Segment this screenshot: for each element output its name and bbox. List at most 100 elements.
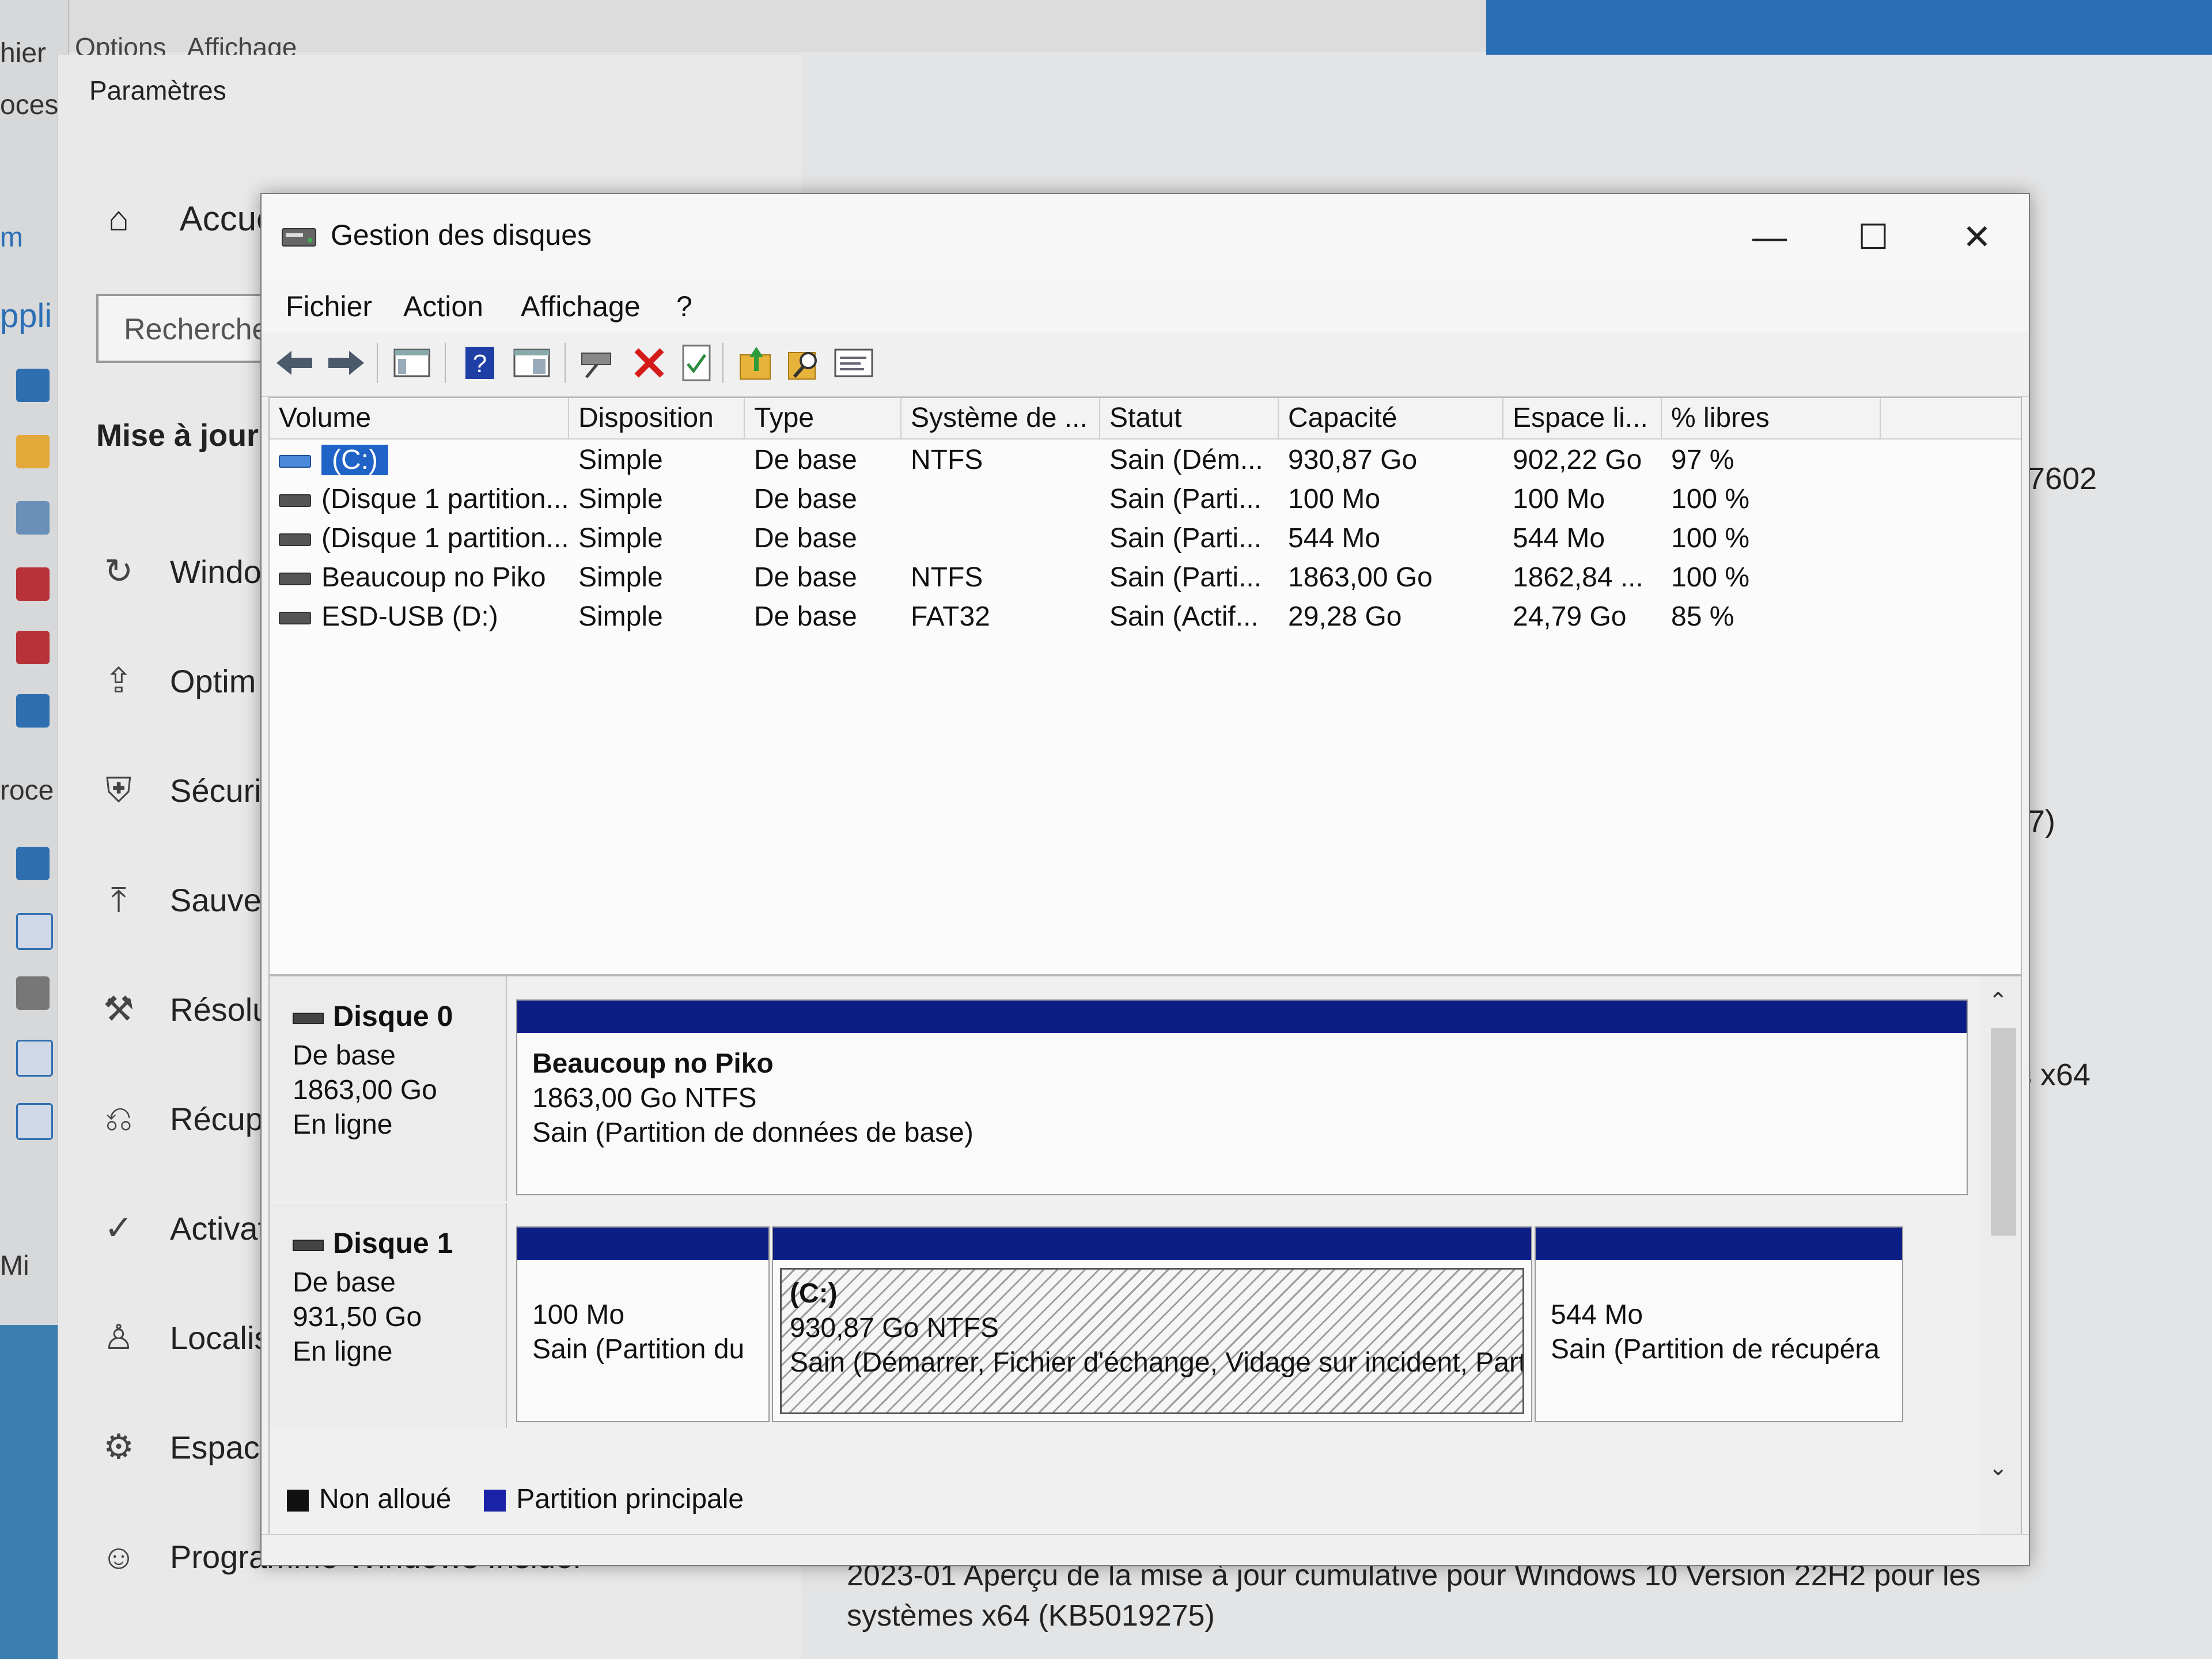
folder-icon[interactable]: [16, 435, 50, 468]
window-title: Gestion des disques: [331, 219, 592, 251]
background-update-text: 2023-01 Aperçu de la mise à jour cumulat…: [847, 1555, 1980, 1636]
gear-icon[interactable]: [16, 694, 50, 728]
column-header-espace-libre[interactable]: Espace li...: [1503, 398, 1662, 438]
toolbar-separator: [565, 343, 566, 383]
partition-size: 100 Mo: [532, 1300, 625, 1330]
maximize-button[interactable]: ☐: [1821, 206, 1925, 269]
printer-icon[interactable]: [16, 976, 50, 1010]
volume-cell-type: De base: [754, 601, 857, 632]
title-bar[interactable]: Gestion des disques — ☐ ✕: [262, 194, 2029, 281]
column-header-disposition[interactable]: Disposition: [569, 398, 745, 438]
settings-item-recuperation[interactable]: ⎌ Récupé: [93, 1097, 281, 1149]
volume-row[interactable]: (C:) Simple De base NTFS Sain (Dém... 930,87 …: [270, 441, 2021, 480]
check-circle-icon: ✓: [104, 1209, 134, 1248]
settings-home-item[interactable]: ⌂ Accue: [93, 199, 276, 238]
update-line: systèmes x64 (KB5019275): [847, 1599, 1215, 1633]
properties-icon[interactable]: [509, 340, 554, 385]
partition-body: 544 Mo Sain (Partition de récupéra: [1543, 1291, 1895, 1414]
menu-affichage[interactable]: Affichage: [521, 290, 641, 323]
disk-1-name: Disque 1: [293, 1226, 453, 1260]
menu-help[interactable]: ?: [676, 290, 692, 323]
connect-icon[interactable]: [577, 340, 622, 385]
search-icon[interactable]: [782, 340, 827, 385]
disk-0-size: 1863,00 Go: [293, 1075, 437, 1105]
search-icon[interactable]: [16, 847, 50, 880]
settings-item-resolution[interactable]: ⚒ Résolu: [93, 988, 270, 1040]
settings-item-localisation[interactable]: ♙ Localis: [93, 1316, 270, 1368]
disk-graphical-view[interactable]: Disque 0 De base 1863,00 Go En ligne Bea…: [268, 975, 2022, 1536]
partition-disk1-recovery[interactable]: 544 Mo Sain (Partition de récupéra: [1535, 1226, 1903, 1422]
monitor-icon[interactable]: [16, 501, 50, 535]
shield-icon: ⛨: [105, 771, 132, 810]
app-icon[interactable]: [16, 631, 50, 664]
settings-item-optimisation[interactable]: ⇪ Optim: [93, 660, 256, 711]
delete-icon[interactable]: [627, 340, 672, 385]
bg-text: roce: [0, 775, 54, 806]
app-icon[interactable]: [16, 567, 50, 601]
scrollbar-thumb[interactable]: [1991, 1028, 2016, 1236]
volume-cell-espace: 902,22 Go: [1513, 445, 1642, 475]
disk-management-window: Gestion des disques — ☐ ✕ Fichier Action…: [260, 193, 2030, 1566]
background-window-menubar: Options Affichage: [0, 0, 1486, 62]
disk-name-label: Disque 1: [333, 1227, 453, 1259]
column-header-volume[interactable]: Volume: [270, 398, 569, 438]
settings-icon[interactable]: [832, 340, 877, 385]
volume-cell-type: De base: [754, 445, 857, 475]
volume-list[interactable]: Volume Disposition Type Système de ... S…: [268, 397, 2022, 975]
column-header-capacite[interactable]: Capacité: [1279, 398, 1503, 438]
volume-cell-capacite: 29,28 Go: [1288, 601, 1402, 632]
partition-size: 930,87 Go NTFS: [790, 1313, 999, 1343]
bg-text: Mi: [0, 1251, 29, 1281]
partition-body: Beaucoup no Piko 1863,00 Go NTFS Sain (P…: [524, 1040, 1960, 1187]
location-icon: ♙: [103, 1318, 134, 1357]
close-button[interactable]: ✕: [1925, 206, 2029, 269]
graph-scrollbar[interactable]: ⌃ ⌄: [1980, 976, 2021, 1535]
volume-row[interactable]: (Disque 1 partition... Simple De base Sain …: [270, 519, 2021, 558]
column-header-filesystem[interactable]: Système de ...: [902, 398, 1100, 438]
window-icon[interactable]: [16, 1103, 53, 1140]
volume-cell-capacite: 930,87 Go: [1288, 445, 1418, 475]
settings-item-label: Activat: [170, 1210, 267, 1247]
partition-c-drive[interactable]: (C:) 930,87 Go NTFS Sain (Démarrer, Fich…: [772, 1226, 1532, 1422]
volume-row[interactable]: (Disque 1 partition... Simple De base Sain …: [270, 480, 2021, 519]
scroll-down-icon[interactable]: ⌄: [1988, 1455, 2008, 1481]
settings-item-windows-update[interactable]: ↻ Windo: [93, 550, 262, 602]
window-icon[interactable]: [16, 913, 53, 950]
volume-disk-icon: [279, 573, 311, 586]
menu-action[interactable]: Action: [403, 290, 483, 323]
volume-disk-icon: [279, 455, 311, 468]
column-header-pourcent-libres[interactable]: % libres: [1662, 398, 1881, 438]
volume-row[interactable]: ESD-USB (D:) Simple De base FAT32 Sain (Acti…: [270, 597, 2021, 637]
disk-0-type: De base: [293, 1040, 396, 1071]
cat-icon: ☺: [101, 1537, 137, 1576]
app-icon[interactable]: [16, 369, 50, 402]
volume-disk-icon: [279, 494, 311, 507]
disk-0-info[interactable]: Disque 0 De base 1863,00 Go En ligne: [270, 976, 507, 1201]
console-tree-icon[interactable]: [389, 340, 434, 385]
settings-item-activation[interactable]: ✓ Activat: [93, 1207, 267, 1259]
settings-item-espace-developpeurs[interactable]: ⚙ Espace: [93, 1426, 278, 1478]
minimize-button[interactable]: —: [1718, 206, 1821, 269]
disk-1-info[interactable]: Disque 1 De base 931,50 Go En ligne: [270, 1203, 507, 1428]
column-header-type[interactable]: Type: [745, 398, 902, 438]
settings-item-sauvegarde[interactable]: ⤒ Sauveg: [93, 878, 279, 930]
folder-up-icon[interactable]: [734, 340, 779, 385]
window-icon[interactable]: [16, 1040, 53, 1077]
help-icon[interactable]: ?: [457, 340, 502, 385]
volume-cell-capacite: 544 Mo: [1288, 523, 1381, 554]
scroll-up-icon[interactable]: ⌃: [1988, 988, 2008, 1014]
home-icon: ⌂: [108, 199, 130, 238]
check-icon[interactable]: [674, 340, 719, 385]
column-header-statut[interactable]: Statut: [1100, 398, 1279, 438]
volume-disk-icon: [279, 533, 311, 547]
partition-disk1-system[interactable]: 100 Mo Sain (Partition du: [516, 1226, 770, 1422]
volume-cell-type: De base: [754, 562, 857, 593]
volume-row[interactable]: Beaucoup no Piko Simple De base NTFS Sain (P…: [270, 558, 2021, 597]
settings-item-securite[interactable]: ⛨ Sécurit: [93, 769, 271, 821]
menu-fichier[interactable]: Fichier: [286, 290, 372, 323]
volume-cell-type: De base: [754, 523, 857, 554]
forward-icon[interactable]: [324, 340, 369, 385]
volume-cell-espace: 24,79 Go: [1513, 601, 1627, 632]
partition-beaucoup-no-piko[interactable]: Beaucoup no Piko 1863,00 Go NTFS Sain (P…: [516, 999, 1968, 1195]
back-icon[interactable]: [272, 340, 317, 385]
